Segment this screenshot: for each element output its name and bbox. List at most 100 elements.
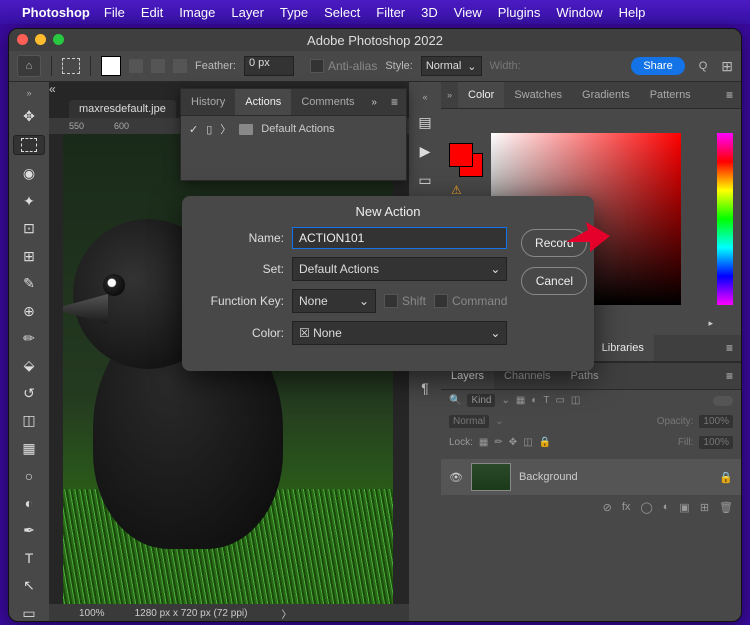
collapse-icon[interactable]: » — [365, 97, 383, 108]
shape-tool[interactable]: ▭ — [18, 604, 40, 621]
minimize-icon[interactable] — [35, 34, 46, 45]
app-name[interactable]: Photoshop — [22, 5, 90, 20]
antialias-checkbox[interactable] — [310, 59, 324, 73]
mask-icon[interactable]: ◯ — [640, 501, 652, 514]
stamp-tool[interactable]: ⬙ — [18, 357, 40, 374]
foreground-swatch[interactable] — [449, 143, 473, 167]
menu-file[interactable]: File — [104, 5, 125, 20]
brush-tool[interactable]: ✏ — [18, 330, 40, 347]
check-icon[interactable]: ✓ — [189, 123, 198, 136]
filter-type-icon[interactable]: T — [543, 395, 549, 406]
action-name-input[interactable] — [292, 227, 507, 249]
lock-artboard-icon[interactable]: ◫ — [523, 437, 532, 448]
eyedropper-tool[interactable]: ✎ — [18, 275, 40, 292]
lock-pixels-icon[interactable]: ✏ — [494, 437, 502, 448]
crop-tool[interactable]: ⊡ — [18, 220, 40, 237]
expand-icon[interactable]: « — [422, 92, 427, 102]
style-select[interactable]: Normal⌄ — [421, 56, 482, 76]
eraser-tool[interactable]: ◫ — [18, 412, 40, 429]
menu-edit[interactable]: Edit — [141, 5, 163, 20]
hue-slider[interactable] — [717, 133, 733, 305]
panel-menu-icon[interactable]: ≡ — [383, 95, 406, 109]
fkey-select[interactable]: None⌄ — [292, 289, 376, 313]
action-set-row[interactable]: ✓ ▯ 〉 Default Actions — [181, 116, 406, 142]
document-tab[interactable]: maxresdefault.jpe — [69, 100, 176, 118]
menu-filter[interactable]: Filter — [376, 5, 405, 20]
color-select[interactable]: ☒ None⌄ — [292, 321, 507, 345]
tab-libraries[interactable]: Libraries — [592, 335, 654, 361]
new-layer-icon[interactable]: ⊞ — [700, 501, 709, 514]
path-tool[interactable]: ↖ — [18, 577, 40, 594]
group-icon[interactable]: ▣ — [679, 501, 689, 514]
tab-comments[interactable]: Comments — [291, 89, 364, 115]
filter-kind[interactable]: Kind — [467, 394, 495, 407]
filter-kind-icon[interactable]: 🔍 — [449, 395, 461, 406]
tab-actions[interactable]: Actions — [235, 89, 291, 115]
delete-icon[interactable]: 🗑 — [719, 501, 733, 514]
collapse-icon[interactable]: » — [441, 90, 458, 100]
menu-view[interactable]: View — [454, 5, 482, 20]
lock-position-icon[interactable]: ✥ — [509, 437, 517, 448]
menu-plugins[interactable]: Plugins — [498, 5, 541, 20]
shift-checkbox[interactable] — [384, 294, 398, 308]
filter-pixel-icon[interactable]: ▦ — [516, 395, 525, 406]
healing-tool[interactable]: ⊕ — [18, 302, 40, 319]
marquee-tool[interactable] — [13, 135, 45, 154]
fx-icon[interactable]: fx — [622, 501, 631, 513]
expand-icon[interactable]: « — [49, 82, 56, 96]
lock-all-icon[interactable]: 🔒 — [539, 437, 551, 448]
move-tool[interactable]: ✥ — [18, 108, 40, 125]
cancel-button[interactable]: Cancel — [521, 267, 587, 295]
paragraph-icon[interactable]: ¶ — [421, 380, 429, 396]
adjustment-icon[interactable]: ◐ — [663, 501, 670, 513]
zoom-icon[interactable] — [53, 34, 64, 45]
menu-window[interactable]: Window — [556, 5, 602, 20]
menu-layer[interactable]: Layer — [231, 5, 264, 20]
lasso-tool[interactable]: ◉ — [18, 165, 40, 182]
fill-value[interactable]: 100% — [699, 436, 733, 449]
close-icon[interactable] — [17, 34, 28, 45]
menu-select[interactable]: Select — [324, 5, 360, 20]
subtract-selection-icon[interactable] — [151, 59, 165, 73]
tab-swatches[interactable]: Swatches — [504, 82, 572, 108]
panel-menu-icon[interactable]: ≡ — [718, 88, 741, 102]
wand-tool[interactable]: ✦ — [18, 192, 40, 209]
pen-tool[interactable]: ✒ — [18, 522, 40, 539]
intersect-selection-icon[interactable] — [173, 59, 187, 73]
share-button[interactable]: Share — [631, 57, 684, 75]
filter-toggle[interactable] — [713, 396, 733, 406]
workspace-icon[interactable]: ⊞ — [721, 58, 733, 75]
panel-menu-icon[interactable]: ≡ — [718, 341, 741, 355]
tab-color[interactable]: Color — [458, 82, 504, 108]
menu-type[interactable]: Type — [280, 5, 308, 20]
frame-tool[interactable]: ⊞ — [18, 247, 40, 264]
new-selection-icon[interactable] — [101, 56, 121, 76]
gradient-tool[interactable]: ▦ — [18, 440, 40, 457]
blend-mode[interactable]: Normal — [449, 415, 489, 428]
comment-icon[interactable]: ▭ — [418, 172, 431, 189]
feather-input[interactable]: 0 px — [244, 56, 294, 76]
gamut-warning-icon[interactable]: ⚠ — [451, 183, 462, 197]
add-selection-icon[interactable] — [129, 59, 143, 73]
set-select[interactable]: Default Actions⌄ — [292, 257, 507, 281]
filter-shape-icon[interactable]: ▭ — [555, 395, 564, 406]
home-button[interactable]: ⌂ — [17, 55, 41, 77]
layer-row[interactable]: 👁 Background 🔒 — [441, 459, 741, 495]
search-icon[interactable]: Q — [699, 60, 708, 72]
disclosure-icon[interactable]: 〉 — [220, 121, 231, 137]
menu-3d[interactable]: 3D — [421, 5, 438, 20]
menu-help[interactable]: Help — [619, 5, 646, 20]
command-checkbox[interactable] — [434, 294, 448, 308]
collapse-icon[interactable]: » — [26, 88, 31, 98]
tab-history[interactable]: History — [181, 89, 235, 115]
filter-adjust-icon[interactable]: ◐ — [531, 395, 537, 406]
zoom-level[interactable]: 100% — [79, 608, 105, 619]
type-tool[interactable]: T — [18, 550, 40, 567]
menu-image[interactable]: Image — [179, 5, 215, 20]
blur-tool[interactable]: ○ — [18, 467, 40, 484]
layer-thumbnail[interactable] — [471, 463, 511, 491]
tab-gradients[interactable]: Gradients — [572, 82, 640, 108]
marquee-tool-icon[interactable] — [62, 58, 80, 74]
lock-transparency-icon[interactable]: ▦ — [479, 437, 488, 448]
dialog-toggle-icon[interactable]: ▯ — [206, 123, 212, 136]
